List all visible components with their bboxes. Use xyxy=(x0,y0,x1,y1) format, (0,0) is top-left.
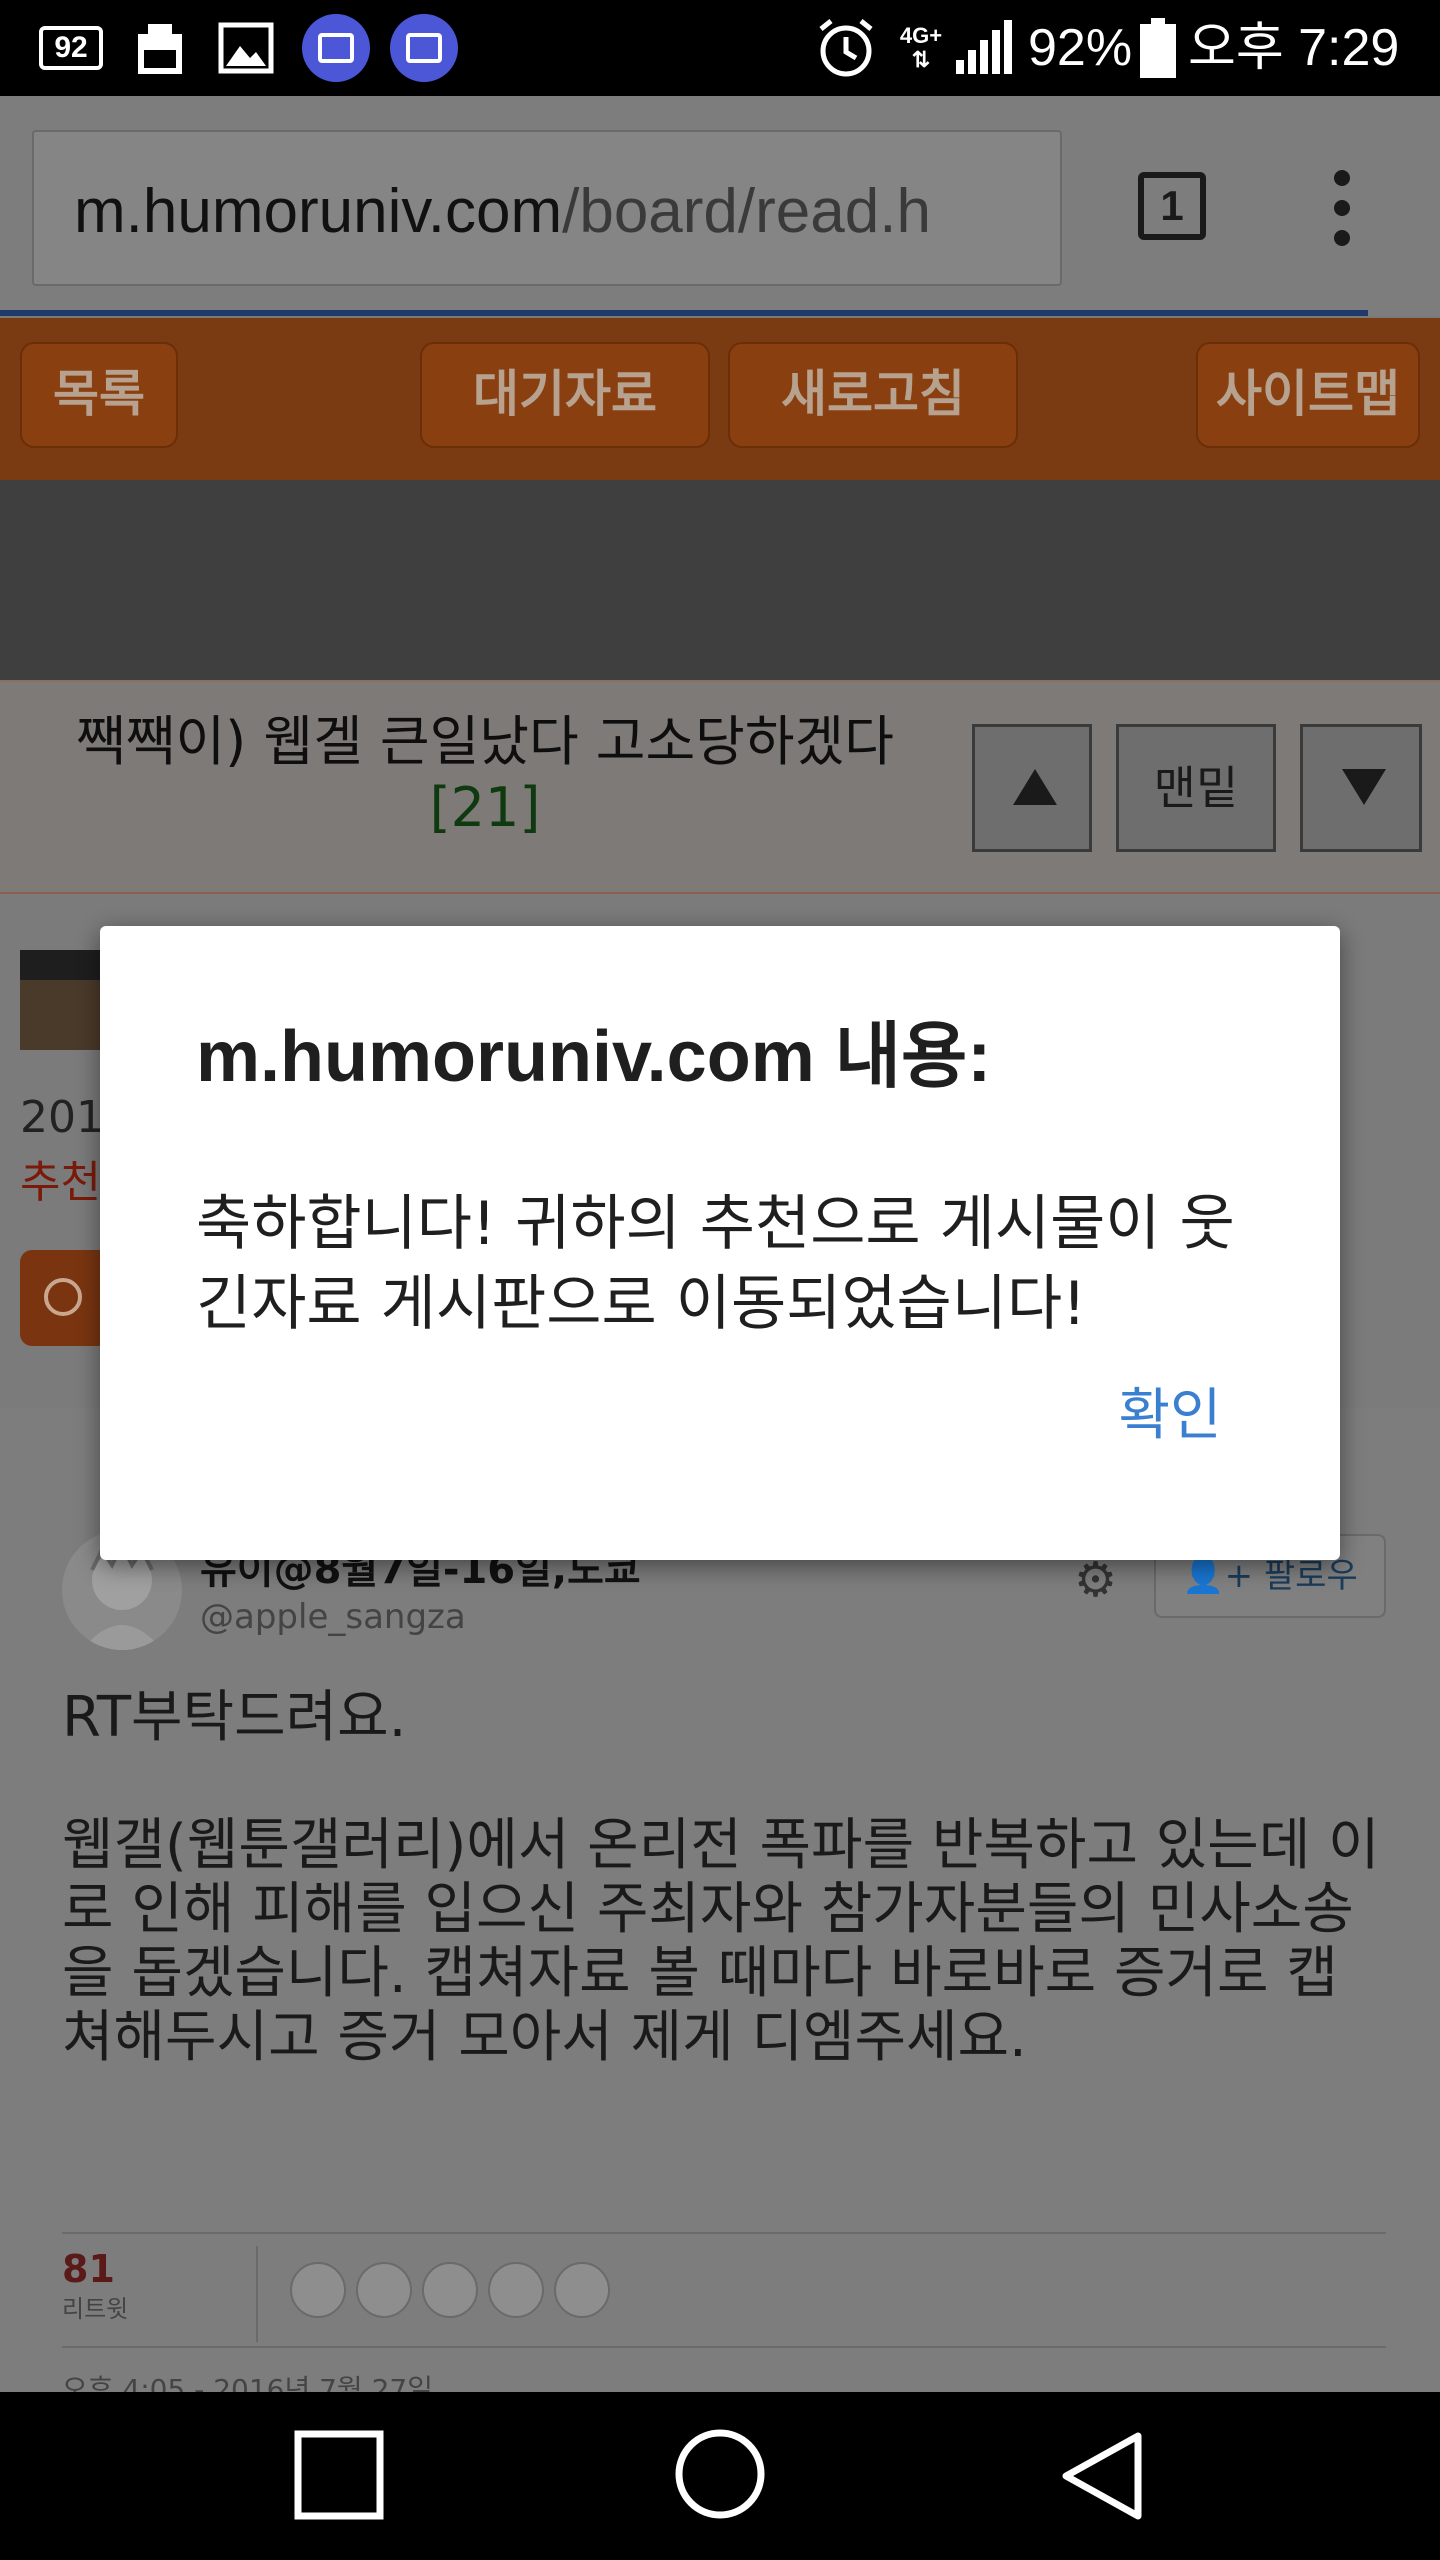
author-avatar-hair xyxy=(20,950,110,980)
circle-icon xyxy=(675,2429,765,2519)
url-bar[interactable]: m.humoruniv.com/board/read.h xyxy=(32,130,1062,286)
scroll-down-button[interactable] xyxy=(1300,724,1422,852)
home-button[interactable] xyxy=(674,2428,766,2520)
confirm-button[interactable]: 확인 xyxy=(1100,1366,1240,1466)
follow-label: 팔로우 xyxy=(1263,1556,1358,1596)
url-text: m.humoruniv.com/board/read.h xyxy=(74,172,1024,252)
list-button[interactable]: 목록 xyxy=(20,342,178,448)
alert-dialog: m.humoruniv.com 내용: 축하합니다! 귀하의 추천으로 게시물이… xyxy=(100,926,1340,1560)
url-path: /board/read.h xyxy=(562,177,931,246)
clipboard-icon xyxy=(132,20,188,76)
battery-icon xyxy=(1138,18,1178,78)
notification-count-icon: 92 xyxy=(36,20,106,76)
recent-apps-button[interactable] xyxy=(294,2430,384,2520)
back-button[interactable] xyxy=(1056,2430,1146,2522)
dialog-title: m.humoruniv.com 내용: xyxy=(196,1017,992,1097)
page-load-progress xyxy=(0,310,1368,316)
retweeter-avatar[interactable] xyxy=(554,2262,610,2318)
gallery-icon xyxy=(218,20,274,76)
battery-percent: 92% xyxy=(1028,19,1133,77)
retweeter-avatar[interactable] xyxy=(422,2262,478,2318)
app-notification-icon xyxy=(300,14,372,82)
back-triangle-icon xyxy=(1062,2432,1142,2520)
system-nav-bar xyxy=(0,2392,1440,2560)
status-bar: 92 4G+ ⇅ 92% 오후 7:29 xyxy=(0,0,1440,96)
post-date: 201 xyxy=(20,1092,104,1143)
sitemap-button[interactable]: 사이트맵 xyxy=(1196,342,1420,448)
tweet-text: RT부탁드려요. 웹갤(웹툰갤러리)에서 온리전 폭파를 반복하고 있는데 이로… xyxy=(62,1685,1380,2070)
ad-banner-area xyxy=(0,480,1440,680)
arrow-down-icon xyxy=(1342,769,1386,805)
gear-icon[interactable]: ⚙ xyxy=(1074,1552,1117,1608)
square-icon xyxy=(294,2430,384,2520)
signal-strength-icon xyxy=(952,20,1016,76)
comment-count[interactable]: [21] xyxy=(40,776,930,840)
url-host: m.humoruniv.com xyxy=(74,177,563,246)
retweeter-avatar[interactable] xyxy=(356,2262,412,2318)
divider xyxy=(62,2346,1386,2348)
app-notification-icon-2 xyxy=(388,14,460,82)
retweeter-avatar[interactable] xyxy=(488,2262,544,2318)
retweet-count: 81 xyxy=(62,2247,115,2291)
follow-user-icon: 👤+ xyxy=(1182,1556,1264,1596)
scroll-bottom-button[interactable]: 맨밑 xyxy=(1116,724,1276,852)
divider xyxy=(256,2246,258,2342)
overflow-menu-icon[interactable] xyxy=(1330,170,1354,250)
retweet-label: 리트윗 xyxy=(62,2295,129,2323)
recommend-count: 추천 xyxy=(20,1157,101,1208)
refresh-button[interactable]: 새로고침 xyxy=(728,342,1018,448)
tab-switcher-button[interactable]: 1 xyxy=(1138,172,1206,240)
retweeter-avatar[interactable] xyxy=(290,2262,346,2318)
clock: 오후 7:29 xyxy=(1188,19,1400,77)
recommend-icon xyxy=(44,1278,82,1316)
network-type-icon: 4G+ ⇅ xyxy=(899,23,943,72)
dialog-message: 축하합니다! 귀하의 추천으로 게시물이 웃긴자료 게시판으로 이동되었습니다! xyxy=(196,1189,1235,1339)
arrow-up-icon xyxy=(1013,769,1057,805)
tweet-author-handle[interactable]: @apple_sangza xyxy=(200,1595,466,1639)
divider xyxy=(62,2232,1386,2234)
scroll-up-button[interactable] xyxy=(972,724,1092,852)
pending-posts-button[interactable]: 대기자료 xyxy=(420,342,710,448)
post-title: 짹짹이) 웹겔 큰일났다 고소당하겠다 xyxy=(76,710,894,773)
alarm-clock-icon xyxy=(814,19,878,77)
